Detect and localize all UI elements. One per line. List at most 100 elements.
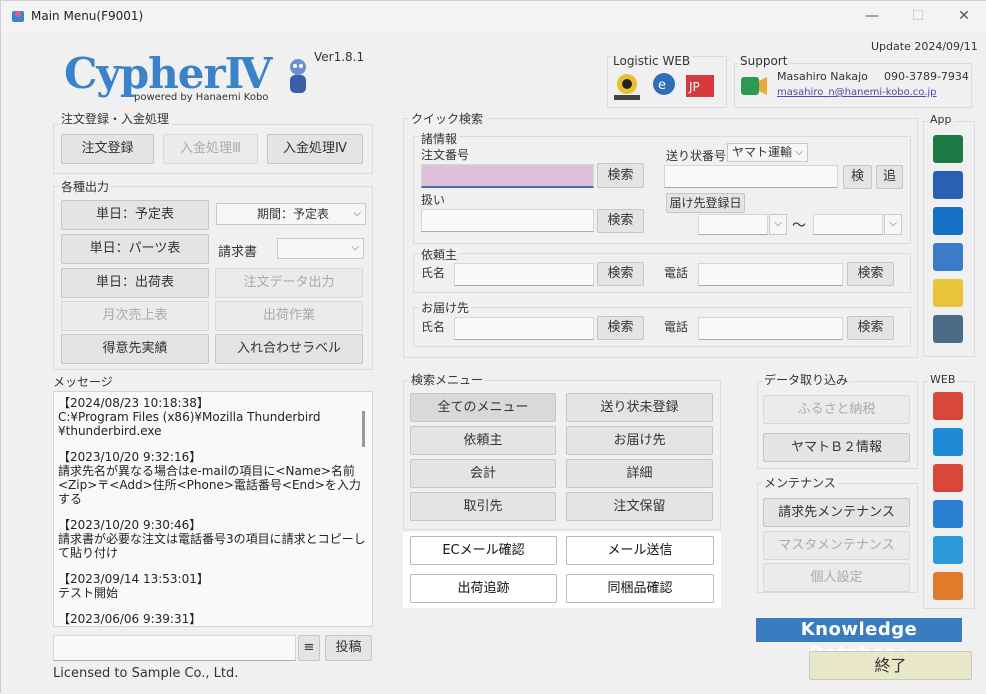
close-button[interactable]: ✕ xyxy=(941,1,986,33)
menu-icon[interactable]: ≡ xyxy=(298,635,320,661)
monthly-sales-button[interactable]: 月次売上表 xyxy=(61,301,209,331)
furusato-button[interactable]: ふるさと納税 xyxy=(763,395,910,424)
period-select-value: 期間：予定表 xyxy=(256,207,329,221)
invoice-select[interactable]: ⌵ xyxy=(277,238,364,259)
update-label: Update 2024/09/11 xyxy=(871,40,978,53)
messages-box[interactable]: 【2024/08/23 10:18:38】 C:¥Program Files (… xyxy=(53,391,373,627)
recipient-menu-button[interactable]: お届け先 xyxy=(566,426,713,455)
order-register-button[interactable]: 注文登録 xyxy=(61,134,154,164)
browser-icon[interactable] xyxy=(933,536,963,564)
requester-name-label: 氏名 xyxy=(421,266,446,280)
daily-parts-button[interactable]: 単日：パーツ表 xyxy=(61,234,209,264)
payment-3-button[interactable]: 入金処理Ⅲ xyxy=(163,134,258,164)
send-mail-button[interactable]: メール送信 xyxy=(566,536,714,565)
chevron-down-icon: ⌵ xyxy=(795,147,803,158)
search-menu-title: 検索メニュー xyxy=(409,371,486,388)
date-to-dropdown[interactable]: ⌵ xyxy=(884,214,902,235)
recipient-phone-search-button[interactable]: 検索 xyxy=(847,316,894,340)
order-no-input[interactable] xyxy=(421,164,594,188)
daily-shipping-button[interactable]: 単日：出荷表 xyxy=(61,268,209,298)
assort-label-button[interactable]: 入れ合わせラベル xyxy=(215,334,363,364)
customer-results-button[interactable]: 得意先実績 xyxy=(61,334,209,364)
link-icon[interactable] xyxy=(933,464,963,492)
word-icon[interactable] xyxy=(933,171,963,199)
tracking-check-button[interactable]: 検 xyxy=(843,165,872,189)
ec-mail-check-button[interactable]: ECメール確認 xyxy=(410,536,557,565)
recipient-name-input[interactable] xyxy=(454,317,594,340)
meet-icon[interactable] xyxy=(739,73,769,99)
message-entry: 【2023/10/20 9:32:16】 請求先名が異なる場合はe-mailの項… xyxy=(58,450,361,506)
japanpost-icon[interactable]: JP xyxy=(684,71,716,101)
svg-text:JP: JP xyxy=(688,80,700,94)
daily-schedule-button[interactable]: 単日：予定表 xyxy=(61,200,209,230)
tracking-add-button[interactable]: 追 xyxy=(876,165,903,189)
tilde-label: ～ xyxy=(792,218,806,234)
master-maintenance-button[interactable]: マスタメンテナンス xyxy=(763,531,910,560)
requester-phone-search-button[interactable]: 検索 xyxy=(847,262,894,286)
period-schedule-select[interactable]: 期間：予定表 ⌵ xyxy=(216,203,366,225)
tracking-unregistered-button[interactable]: 送り状未登録 xyxy=(566,393,713,422)
data-import-title: データ取り込み xyxy=(762,371,851,388)
mail-icon[interactable] xyxy=(933,500,963,528)
calculator-icon[interactable] xyxy=(933,315,963,343)
support-phone: 090-3789-7934 xyxy=(884,70,969,83)
requester-name-search-button[interactable]: 検索 xyxy=(597,262,644,286)
edge-icon[interactable] xyxy=(933,428,963,456)
delivery-date-button[interactable]: 届け先登録日 xyxy=(666,193,745,213)
tracking-input[interactable] xyxy=(664,165,838,188)
yamato-icon[interactable] xyxy=(612,71,642,101)
chrome-icon[interactable] xyxy=(933,392,963,420)
order-hold-button[interactable]: 注文保留 xyxy=(566,492,713,521)
date-from-input[interactable] xyxy=(698,214,768,235)
detail-button[interactable]: 詳細 xyxy=(566,459,713,488)
date-to-input[interactable] xyxy=(813,214,883,235)
chevron-down-icon: ⌵ xyxy=(353,208,361,219)
info-title: 諸情報 xyxy=(419,130,460,147)
carrier-select-value: ヤマト運輸 xyxy=(732,145,793,159)
order-export-button[interactable]: 注文データ出力 xyxy=(215,268,363,298)
notepad-icon[interactable] xyxy=(933,243,963,271)
shipment-tracking-button[interactable]: 出荷追跡 xyxy=(410,574,557,603)
shipping-work-button[interactable]: 出荷作業 xyxy=(215,301,363,331)
post-button[interactable]: 投稿 xyxy=(325,635,372,661)
all-menu-button[interactable]: 全てのメニュー xyxy=(410,393,556,422)
payment-4-button[interactable]: 入金処理Ⅳ xyxy=(267,134,363,164)
support-email-link[interactable]: masahiro_n@hanemi-kobo.co.jp xyxy=(777,87,937,98)
ecohai-icon[interactable]: e xyxy=(649,71,679,101)
maximize-button[interactable]: ☐ xyxy=(895,1,941,33)
logistic-title: Logistic WEB xyxy=(611,54,693,68)
minimize-button[interactable]: — xyxy=(849,1,895,33)
order-no-search-button[interactable]: 検索 xyxy=(597,163,644,188)
sticky-notes-icon[interactable] xyxy=(933,279,963,307)
tracking-label: 送り状番号 xyxy=(666,149,727,163)
billing-maintenance-button[interactable]: 請求先メンテナンス xyxy=(763,498,910,527)
date-from-dropdown[interactable]: ⌵ xyxy=(769,214,787,235)
outlook-icon[interactable] xyxy=(933,207,963,235)
logo: CypherⅣ xyxy=(64,49,272,98)
personal-settings-button[interactable]: 個人設定 xyxy=(763,563,910,592)
requester-phone-input[interactable] xyxy=(698,263,843,286)
chevron-down-icon: ⌵ xyxy=(774,218,782,229)
client-button[interactable]: 取引先 xyxy=(410,492,556,521)
excel-icon[interactable] xyxy=(933,135,963,163)
exit-button[interactable]: 終了 xyxy=(809,651,972,680)
recipient-name-search-button[interactable]: 検索 xyxy=(597,316,644,340)
carrier-select[interactable]: ヤマト運輸 ⌵ xyxy=(727,143,808,162)
requester-phone-label: 電話 xyxy=(664,266,689,280)
messages-scrollbar[interactable] xyxy=(362,411,365,447)
requester-name-input[interactable] xyxy=(454,263,594,286)
do-icon[interactable] xyxy=(933,572,963,600)
message-input[interactable] xyxy=(53,635,296,661)
order-group-title: 注文登録・入金処理 xyxy=(59,110,172,127)
handling-search-button[interactable]: 検索 xyxy=(597,209,644,233)
knowledge-database-link[interactable]: Knowledge Database xyxy=(756,618,962,664)
chevron-down-icon: ⌵ xyxy=(351,242,359,253)
bundled-check-button[interactable]: 同梱品確認 xyxy=(566,574,714,603)
support-name: Masahiro Nakajo xyxy=(777,70,868,83)
requester-menu-button[interactable]: 依頼主 xyxy=(410,426,556,455)
accounting-button[interactable]: 会計 xyxy=(410,459,556,488)
handling-input[interactable] xyxy=(421,209,594,232)
recipient-phone-label: 電話 xyxy=(664,320,689,334)
recipient-phone-input[interactable] xyxy=(698,317,843,340)
yamato-b2-button[interactable]: ヤマトＢ２情報 xyxy=(763,433,910,462)
